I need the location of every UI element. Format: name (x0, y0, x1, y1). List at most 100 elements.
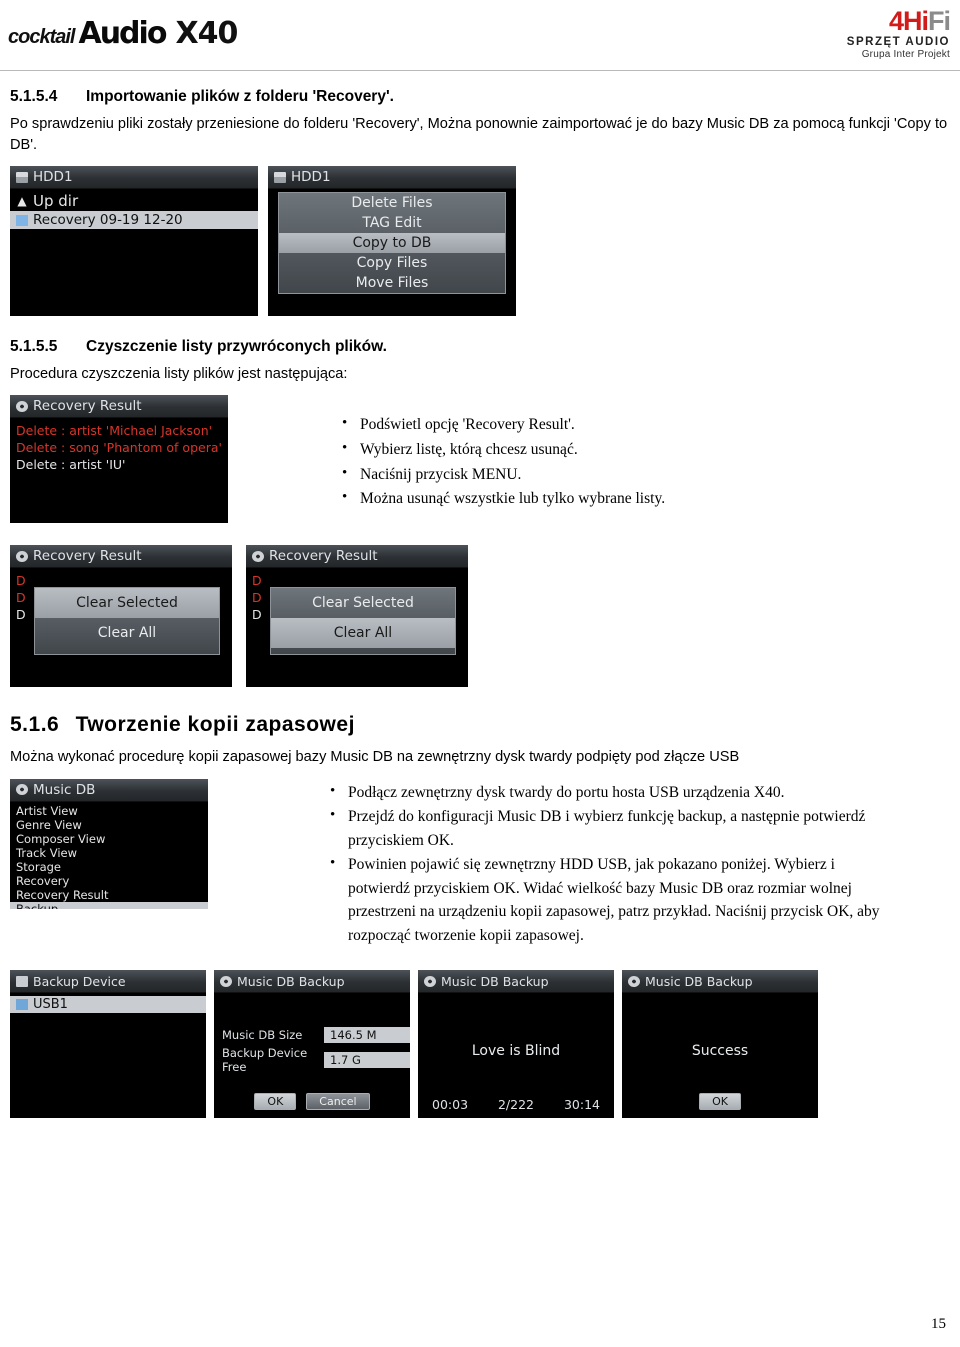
hdd-browser-title: HDD1 (33, 169, 73, 186)
figure-group-copy-to-db: HDD1 ▲ Up dir Recovery 09-19 12-20 HDD1 … (10, 166, 950, 317)
backup-success-titlebar: Music DB Backup (622, 970, 818, 994)
list-item[interactable]: Backup (10, 901, 208, 909)
header-divider (0, 70, 960, 71)
figure-backup-device: Backup Device USB1 (10, 970, 206, 1119)
backup-info-title: Music DB Backup (237, 973, 345, 989)
backup-success-buttons: OK (622, 1093, 818, 1111)
list-item-label: Artist View (16, 803, 78, 818)
document-content: 5.1.5.4 Importowanie plików z folderu 'Re… (0, 88, 960, 1119)
logo-cocktail-text: cocktail (8, 26, 75, 48)
bullet-item: Naciśnij przycisk MENU. (342, 462, 665, 487)
list-item[interactable]: Composer View (10, 832, 208, 846)
usb-drive-icon (16, 999, 28, 1011)
heading-5-1-5-5-number: 5.1.5.5 (10, 338, 58, 356)
backup-progress-titlebar: Music DB Backup (418, 970, 614, 994)
clear-menu-1-titlebar: Recovery Result (10, 545, 232, 569)
list-item[interactable]: Track View (10, 846, 208, 860)
list-item[interactable]: Recovery 09-19 12-20 (10, 211, 258, 230)
disc-icon (16, 550, 28, 562)
clear-menu-2-popup: Clear Selected Clear All (270, 587, 456, 656)
heading-5-1-5-4-number: 5.1.5.4 (10, 88, 58, 105)
list-item-label: Recovery 09-19 12-20 (33, 212, 183, 229)
menu-item-clear-selected[interactable]: Clear Selected (271, 588, 455, 618)
list-item[interactable]: Delete : song 'Phantom of opera' (10, 439, 228, 456)
logo-audio-text: Audio (78, 16, 167, 51)
list-item[interactable]: Genre View (10, 818, 208, 832)
backup-progress-status: 00:03 2/222 30:14 (418, 1097, 614, 1112)
list-item-label: Track View (16, 845, 78, 860)
list-item-label: Storage (16, 859, 61, 874)
ok-button[interactable]: OK (254, 1093, 297, 1111)
folder-icon (16, 214, 28, 226)
field-music-db-size: Music DB Size 146.5 M (214, 1027, 410, 1044)
menu-item-delete-files[interactable]: Delete Files (279, 193, 505, 213)
disc-icon (16, 400, 28, 412)
list-item[interactable]: USB1 (10, 996, 206, 1014)
figure-group-backup-sequence: Backup Device USB1 Music DB Backup Music… (10, 970, 950, 1119)
menu-item-tag-edit[interactable]: TAG Edit (279, 213, 505, 233)
recovery-result-titlebar: Recovery Result (10, 395, 228, 419)
list-item-label: Recovery (16, 873, 70, 888)
clear-menu-2-titlebar: Recovery Result (246, 545, 468, 569)
list-item-label: Recovery Result (16, 887, 109, 902)
list-item[interactable]: Delete : artist 'IU' (10, 456, 228, 473)
up-arrow-icon: ▲ (17, 193, 27, 208)
disc-icon (424, 975, 436, 987)
figure-music-db-setup: Music DB Artist View Genre View Composer… (10, 778, 208, 909)
list-item[interactable]: Artist View (10, 804, 208, 818)
figure-backup-success: Music DB Backup Success OK (622, 970, 818, 1119)
ok-button[interactable]: OK (699, 1093, 741, 1111)
bullet-item: Podświetl opcję 'Recovery Result'. (342, 412, 665, 437)
disc-icon (628, 975, 640, 987)
heading-5-1-6-number: 5.1.6 (10, 713, 60, 737)
heading-5-1-6: 5.1.6 Tworzenie kopii zapasowej (10, 713, 950, 737)
figure-hdd-browser: HDD1 ▲ Up dir Recovery 09-19 12-20 (10, 166, 258, 317)
list-item[interactable]: Recovery Result (10, 888, 208, 902)
recovery-result-title: Recovery Result (33, 398, 142, 415)
figure-hdd-context-menu: HDD1 Delete Files TAG Edit Copy to DB Co… (268, 166, 516, 317)
bullet-item: Podłącz zewnętrzny dysk twardy do portu … (330, 780, 900, 805)
4hifi-group: Grupa Inter Projekt (861, 49, 950, 61)
hdd-browser-titlebar: HDD1 (10, 166, 258, 190)
backup-info-buttons: OK Cancel (214, 1093, 410, 1111)
figure-backup-progress: Music DB Backup Love is Blind 00:03 2/22… (418, 970, 614, 1119)
clear-menu-2-title: Recovery Result (269, 548, 378, 565)
list-item[interactable]: ▲ Up dir (10, 191, 258, 211)
list-item-label: USB1 (33, 997, 68, 1013)
figure-clear-menu-all: Recovery Result D D D Clear Selected Cle… (246, 545, 468, 688)
recovery-result-list: Delete : artist 'Michael Jackson' Delete… (10, 418, 228, 473)
4hifi-hi: Hi (903, 6, 929, 36)
bullets-5-1-6: Podłącz zewnętrzny dysk twardy do portu … (308, 780, 900, 949)
menu-item-clear-all[interactable]: Clear All (35, 618, 219, 648)
backup-success-title: Music DB Backup (645, 973, 753, 989)
backup-device-titlebar: Backup Device (10, 970, 206, 994)
disc-icon (16, 784, 28, 796)
backup-info-fields: Music DB Size 146.5 M Backup Device Free… (214, 1027, 410, 1074)
clear-menu-1-title: Recovery Result (33, 548, 142, 565)
total-time: 30:14 (563, 1097, 600, 1113)
menu-item-clear-all[interactable]: Clear All (271, 618, 455, 649)
hdd-icon (274, 171, 286, 183)
menu-item-copy-to-db[interactable]: Copy to DB (279, 233, 505, 254)
cancel-button[interactable]: Cancel (306, 1093, 370, 1111)
menu-item-clear-selected[interactable]: Clear Selected (35, 588, 219, 619)
list-item[interactable]: Storage (10, 860, 208, 874)
page-number: 15 (931, 1316, 946, 1332)
menu-item-move-files[interactable]: Move Files (279, 273, 505, 293)
list-item-label: Composer View (16, 831, 106, 846)
clear-menu-1-popup: Clear Selected Clear All (34, 587, 220, 656)
heading-5-1-5-4: 5.1.5.4 Importowanie plików z folderu 'Re… (10, 88, 950, 106)
page-header: cocktail Audio X40 4HiFi SPRZĘT AUDIO Gr… (0, 0, 960, 72)
disc-icon (220, 975, 232, 987)
menu-item-copy-files[interactable]: Copy Files (279, 253, 505, 273)
field-value: 1.7 G (324, 1052, 410, 1069)
list-item[interactable]: Delete : artist 'Michael Jackson' (10, 422, 228, 439)
field-backup-device-free: Backup Device Free 1.7 G (214, 1046, 410, 1074)
hdd-menu-popup: Delete Files TAG Edit Copy to DB Copy Fi… (278, 192, 506, 295)
list-item[interactable]: Recovery (10, 874, 208, 888)
backup-info-titlebar: Music DB Backup (214, 970, 410, 994)
disc-icon (252, 550, 264, 562)
music-db-setup-list: Artist View Genre View Composer View Tra… (10, 802, 208, 909)
bullet-item: Powinien pojawić się zewnętrzny HDD USB,… (330, 852, 900, 947)
4hifi-number: 4 (888, 6, 904, 36)
